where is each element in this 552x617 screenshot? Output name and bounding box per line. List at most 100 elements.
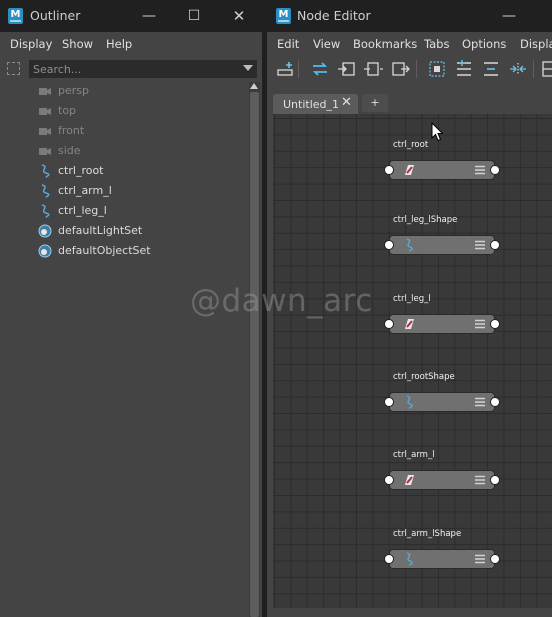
node-display-mode-icon[interactable] xyxy=(475,475,485,485)
output-port[interactable] xyxy=(490,554,500,564)
node-editor-titlebar[interactable]: M Node Editor — xyxy=(267,0,552,32)
list-item-label: ctrl_leg_l xyxy=(58,204,107,217)
menu-show[interactable]: Show xyxy=(62,37,93,51)
toolbar-separator xyxy=(416,60,417,78)
maximize-button[interactable]: ☐ xyxy=(184,6,204,26)
node-title: ctrl_arm_l xyxy=(393,450,435,460)
node-editor-tabbar: Untitled_1 ✕ + xyxy=(273,94,552,114)
align-nodes-icon[interactable] xyxy=(508,59,528,79)
list-item[interactable]: defaultLightSet xyxy=(0,221,248,241)
watermark: @dawn_arc xyxy=(190,283,373,319)
input-output-connections-icon[interactable] xyxy=(363,59,383,79)
curve-shape-icon xyxy=(406,238,413,252)
node-display-mode-icon[interactable] xyxy=(475,240,485,250)
input-port[interactable] xyxy=(384,319,394,329)
node-body[interactable] xyxy=(389,392,495,412)
list-item-label: front xyxy=(58,124,85,137)
node-display-mode-icon[interactable] xyxy=(475,554,485,564)
output-port[interactable] xyxy=(490,319,500,329)
node-title: ctrl_root xyxy=(393,140,429,150)
scroll-up-arrow-icon[interactable] xyxy=(250,83,258,89)
tab-label: Untitled_1 xyxy=(283,98,340,111)
toggle-layout-icon[interactable] xyxy=(540,59,552,79)
set-icon xyxy=(38,244,52,258)
swap-arrows-icon[interactable] xyxy=(310,59,330,79)
list-item[interactable]: side xyxy=(0,141,248,161)
list-item[interactable]: top xyxy=(0,101,248,121)
node-editor-title: Node Editor xyxy=(297,8,371,23)
transform-icon xyxy=(405,165,414,175)
node-display-mode-icon[interactable] xyxy=(475,319,485,329)
node-title: ctrl_rootShape xyxy=(393,372,455,382)
output-port[interactable] xyxy=(490,165,500,175)
menu-tabs[interactable]: Tabs xyxy=(424,37,449,51)
list-item[interactable]: persp xyxy=(0,81,248,101)
input-connections-icon[interactable] xyxy=(337,59,357,79)
menu-help[interactable]: Help xyxy=(106,37,132,51)
menu-options[interactable]: Options xyxy=(462,37,506,51)
node-graph-canvas[interactable]: ctrl_root ctrl_leg_lShape ctrl_leg_l ctr… xyxy=(273,114,552,608)
node-display-mode-icon[interactable] xyxy=(475,397,485,407)
toolbar-separator xyxy=(298,60,299,78)
outliner-scrollbar[interactable] xyxy=(249,82,260,617)
menu-view[interactable]: View xyxy=(313,37,340,51)
menu-bookmarks[interactable]: Bookmarks xyxy=(353,37,417,51)
input-port[interactable] xyxy=(384,165,394,175)
chevron-down-icon[interactable] xyxy=(243,65,253,71)
graph-node[interactable]: ctrl_root xyxy=(384,140,500,180)
node-body[interactable] xyxy=(389,235,495,255)
filter-icon[interactable] xyxy=(7,62,20,75)
graph-node[interactable]: ctrl_arm_lShape xyxy=(384,529,500,569)
input-port[interactable] xyxy=(384,397,394,407)
close-tab-icon[interactable]: ✕ xyxy=(341,95,352,110)
node-body[interactable] xyxy=(389,314,495,334)
node-body[interactable] xyxy=(389,160,495,180)
camera-icon xyxy=(39,88,51,95)
search-input[interactable] xyxy=(29,60,257,78)
tab-untitled-1[interactable]: Untitled_1 ✕ xyxy=(273,94,358,114)
curve-shape-icon xyxy=(406,552,413,566)
menu-edit[interactable]: Edit xyxy=(277,37,299,51)
node-body[interactable] xyxy=(389,549,495,569)
scroll-thumb[interactable] xyxy=(250,92,259,617)
node-display-mode-icon[interactable] xyxy=(475,165,485,175)
node-editor-menubar: Edit View Bookmarks Tabs Options Display xyxy=(267,32,552,56)
node-body[interactable] xyxy=(389,470,495,490)
node-title: ctrl_leg_l xyxy=(393,294,431,304)
output-port[interactable] xyxy=(490,475,500,485)
list-item[interactable]: defaultObjectSet xyxy=(0,241,248,261)
output-port[interactable] xyxy=(490,240,500,250)
graph-node[interactable]: ctrl_leg_l xyxy=(384,294,500,334)
graph-node[interactable]: ctrl_arm_l xyxy=(384,450,500,490)
close-button[interactable]: ✕ xyxy=(229,6,249,26)
graph-node[interactable]: ctrl_rootShape xyxy=(384,372,500,412)
input-port[interactable] xyxy=(384,475,394,485)
output-connections-icon[interactable] xyxy=(390,59,410,79)
transform-icon xyxy=(405,475,414,485)
minimize-button[interactable]: — xyxy=(499,6,519,26)
frame-selected-icon[interactable] xyxy=(454,59,474,79)
add-node-icon[interactable] xyxy=(275,59,295,79)
graph-node[interactable]: ctrl_leg_lShape xyxy=(384,215,500,255)
outliner-title: Outliner xyxy=(30,8,81,23)
rearrange-graph-icon[interactable] xyxy=(481,59,501,79)
node-title: ctrl_arm_lShape xyxy=(393,529,462,539)
transform-icon xyxy=(405,319,414,329)
menu-display[interactable]: Display xyxy=(10,37,52,51)
add-tab-button[interactable]: + xyxy=(362,94,388,112)
outliner-titlebar[interactable]: M Outliner — ☐ ✕ xyxy=(0,0,262,32)
output-port[interactable] xyxy=(490,397,500,407)
input-port[interactable] xyxy=(384,554,394,564)
toolbar-separator xyxy=(533,60,534,78)
list-item-label: ctrl_root xyxy=(58,164,104,177)
minimize-button[interactable]: — xyxy=(139,6,159,26)
list-item-label: ctrl_arm_l xyxy=(58,184,112,197)
menu-display[interactable]: Display xyxy=(520,37,552,51)
frame-all-icon[interactable] xyxy=(427,59,447,79)
list-item[interactable]: ctrl_root xyxy=(0,161,248,181)
list-item[interactable]: front xyxy=(0,121,248,141)
list-item[interactable]: ctrl_leg_l xyxy=(0,201,248,221)
curve-shape-icon xyxy=(406,395,413,409)
list-item[interactable]: ctrl_arm_l xyxy=(0,181,248,201)
input-port[interactable] xyxy=(384,240,394,250)
